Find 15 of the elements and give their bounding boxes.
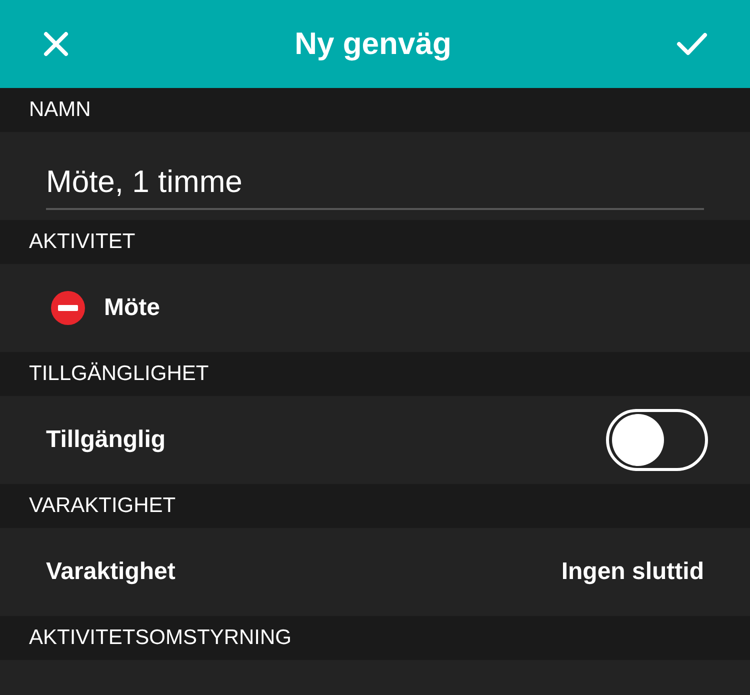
section-header: TILLGÄNGLIGHET [29,361,209,388]
section-header: NAMN [29,97,91,124]
duration-row[interactable]: Varaktighet Ingen sluttid [0,528,750,616]
screen-title: Ny genväg [294,24,452,63]
activity-row[interactable]: Möte [0,264,750,352]
section-header: VARAKTIGHET [29,493,176,520]
no-entry-icon [50,290,86,326]
name-row[interactable]: Möte, 1 timme [0,132,750,220]
row-label: Varaktighet [46,557,176,587]
row-label: Tillgänglig [46,425,166,455]
section-header: AKTIVITETSOMSTYRNING [29,625,292,652]
row-value: Ingen sluttid [561,557,704,587]
activity-label: Möte [104,293,160,323]
section-header: AKTIVITET [29,229,136,256]
name-input-field[interactable]: Möte, 1 timme [46,156,704,210]
